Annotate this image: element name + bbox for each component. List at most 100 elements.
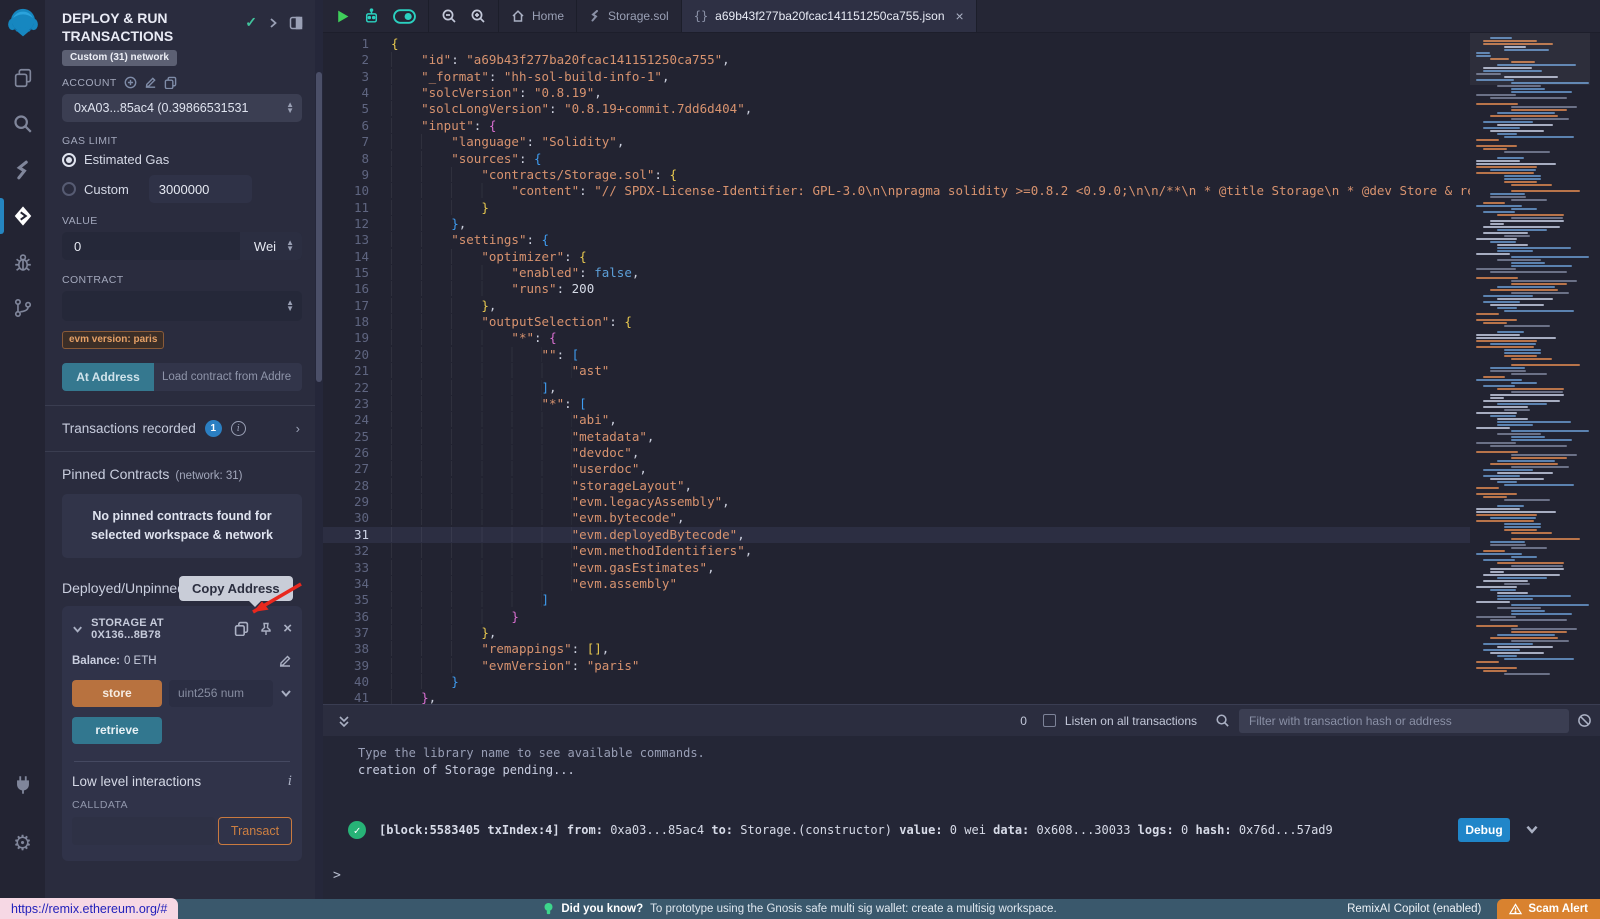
- pin-instance-icon[interactable]: [259, 622, 273, 636]
- code-line[interactable]: 39 "evmVersion": "paris": [323, 658, 1600, 674]
- pin-panel-icon[interactable]: [289, 16, 303, 30]
- code-line[interactable]: 32 "evm.methodIdentifiers",: [323, 543, 1600, 559]
- collapse-terminal-icon[interactable]: [337, 714, 351, 728]
- close-tab-icon[interactable]: ×: [956, 8, 964, 24]
- code-line[interactable]: 7 "language": "Solidity",: [323, 134, 1600, 150]
- code-line[interactable]: 17 },: [323, 298, 1600, 314]
- terminal-search-icon[interactable]: [1215, 713, 1230, 728]
- code-line[interactable]: 33 "evm.gasEstimates",: [323, 560, 1600, 576]
- code-line[interactable]: 34 "evm.assembly": [323, 576, 1600, 592]
- sidebar-item-debugger[interactable]: [0, 242, 45, 282]
- unit-stepper[interactable]: ▲▼: [286, 240, 294, 252]
- custom-gas-input[interactable]: [149, 175, 252, 203]
- code-line[interactable]: 40 }: [323, 674, 1600, 690]
- code-line[interactable]: 30 "evm.bytecode",: [323, 510, 1600, 526]
- code-line[interactable]: 13 "settings": {: [323, 232, 1600, 248]
- code-line[interactable]: 24 "abi",: [323, 412, 1600, 428]
- code-line[interactable]: 15 "enabled": false,: [323, 265, 1600, 281]
- expand-tx-icon[interactable]: [1524, 821, 1540, 840]
- remove-instance-icon[interactable]: ×: [283, 621, 292, 636]
- code-line[interactable]: 8 "sources": {: [323, 151, 1600, 167]
- clear-console-icon[interactable]: [1577, 713, 1592, 728]
- code-line[interactable]: 16 "runs": 200: [323, 281, 1600, 297]
- custom-gas-radio[interactable]: [62, 182, 76, 196]
- code-line[interactable]: 11 }: [323, 200, 1600, 216]
- code-line[interactable]: 27 "userdoc",: [323, 461, 1600, 477]
- code-line[interactable]: 22 ],: [323, 380, 1600, 396]
- code-line[interactable]: 5 "solcLongVersion": "0.8.19+commit.7dd6…: [323, 101, 1600, 117]
- code-line[interactable]: 37 },: [323, 625, 1600, 641]
- account-select[interactable]: 0xA03...85ac4 (0.39866531531 ▲▼: [62, 94, 302, 122]
- zoom-in-icon[interactable]: [470, 8, 486, 24]
- code-line[interactable]: 20 "": [: [323, 347, 1600, 363]
- transact-button[interactable]: Transact: [218, 817, 292, 845]
- copilot-status[interactable]: RemixAI Copilot (enabled): [1347, 903, 1481, 915]
- copy-account-icon[interactable]: [164, 76, 177, 89]
- panel-scrollbar-thumb[interactable]: [316, 72, 322, 382]
- code-line[interactable]: 3 "_format": "hh-sol-build-info-1",: [323, 69, 1600, 85]
- store-arg-input[interactable]: [169, 680, 273, 707]
- terminal-prompt[interactable]: >: [333, 868, 1600, 883]
- tab-storage-sol[interactable]: Storage.sol: [577, 0, 682, 32]
- sidebar-item-search[interactable]: [0, 104, 45, 144]
- sign-message-icon[interactable]: [144, 76, 157, 89]
- code-line[interactable]: 9 "contracts/Storage.sol": {: [323, 167, 1600, 183]
- calldata-input[interactable]: [72, 817, 215, 845]
- chevron-right-icon[interactable]: ›: [296, 421, 300, 436]
- code-line[interactable]: 26 "devdoc",: [323, 445, 1600, 461]
- edit-balance-icon[interactable]: [278, 654, 292, 668]
- transactions-recorded-row[interactable]: Transactions recorded 1 i ›: [62, 420, 300, 437]
- code-line[interactable]: 21 "ast": [323, 363, 1600, 379]
- sidebar-item-deploy-and-run[interactable]: [0, 196, 45, 236]
- code-line[interactable]: 12 },: [323, 216, 1600, 232]
- store-button[interactable]: store: [72, 680, 162, 707]
- panel-scrollbar[interactable]: [315, 0, 323, 899]
- at-address-input[interactable]: [154, 363, 302, 391]
- account-stepper[interactable]: ▲▼: [286, 102, 294, 114]
- contract-select[interactable]: ▲▼: [62, 291, 302, 321]
- code-line[interactable]: 36 }: [323, 609, 1600, 625]
- terminal-body[interactable]: Type the library name to see available c…: [323, 736, 1600, 899]
- code-line[interactable]: 2 "id": "a69b43f277ba20fcac141151250ca75…: [323, 52, 1600, 68]
- sidebar-item-git[interactable]: [0, 288, 45, 328]
- minimap[interactable]: [1470, 33, 1590, 704]
- sidebar-item-file-explorer[interactable]: [0, 58, 45, 98]
- estimated-gas-radio[interactable]: [62, 153, 76, 167]
- code-line[interactable]: 23 "*": [: [323, 396, 1600, 412]
- code-line[interactable]: 10 "content": "// SPDX-License-Identifie…: [323, 183, 1600, 199]
- copilot-toggle-icon[interactable]: [393, 9, 416, 24]
- code-line[interactable]: 25 "metadata",: [323, 429, 1600, 445]
- add-account-icon[interactable]: [124, 76, 137, 89]
- code-line[interactable]: 28 "storageLayout",: [323, 478, 1600, 494]
- debug-button[interactable]: Debug: [1458, 818, 1510, 842]
- code-line[interactable]: 19 "*": {: [323, 330, 1600, 346]
- copy-address-icon[interactable]: [234, 621, 249, 636]
- transaction-filter-input[interactable]: [1239, 709, 1569, 733]
- collapse-panel-icon[interactable]: [267, 17, 279, 29]
- tab-home[interactable]: Home: [499, 0, 577, 32]
- transaction-log-row[interactable]: ✓ [block:5583405 txIndex:4] from: 0xa03.…: [358, 818, 1600, 842]
- listen-all-checkbox[interactable]: [1043, 714, 1056, 727]
- code-editor[interactable]: 1{2 "id": "a69b43f277ba20fcac141151250ca…: [323, 33, 1600, 704]
- contract-stepper[interactable]: ▲▼: [286, 300, 294, 312]
- ai-assistant-icon[interactable]: [363, 8, 380, 25]
- minimap-viewport[interactable]: [1470, 33, 1590, 85]
- value-unit-select[interactable]: Wei ▲▼: [240, 232, 302, 260]
- code-line[interactable]: 38 "remappings": [],: [323, 641, 1600, 657]
- run-script-icon[interactable]: [335, 9, 350, 24]
- code-line[interactable]: 29 "evm.legacyAssembly",: [323, 494, 1600, 510]
- retrieve-button[interactable]: retrieve: [72, 717, 162, 744]
- sidebar-item-plugin-manager[interactable]: [0, 765, 45, 805]
- code-line[interactable]: 1{: [323, 36, 1600, 52]
- low-level-info-icon[interactable]: i: [288, 774, 292, 789]
- code-line[interactable]: 35 ]: [323, 592, 1600, 608]
- code-line[interactable]: 18 "outputSelection": {: [323, 314, 1600, 330]
- remix-logo-icon[interactable]: [6, 6, 40, 40]
- code-line[interactable]: 14 "optimizer": {: [323, 249, 1600, 265]
- editor-scrollbar[interactable]: [1590, 33, 1600, 704]
- sidebar-item-solidity-compiler[interactable]: [0, 150, 45, 190]
- tab-build-info-json[interactable]: {} a69b43f277ba20fcac141151250ca755.json…: [682, 0, 977, 32]
- chevron-down-icon[interactable]: [72, 623, 83, 635]
- expand-args-icon[interactable]: [280, 687, 292, 699]
- zoom-out-icon[interactable]: [441, 8, 457, 24]
